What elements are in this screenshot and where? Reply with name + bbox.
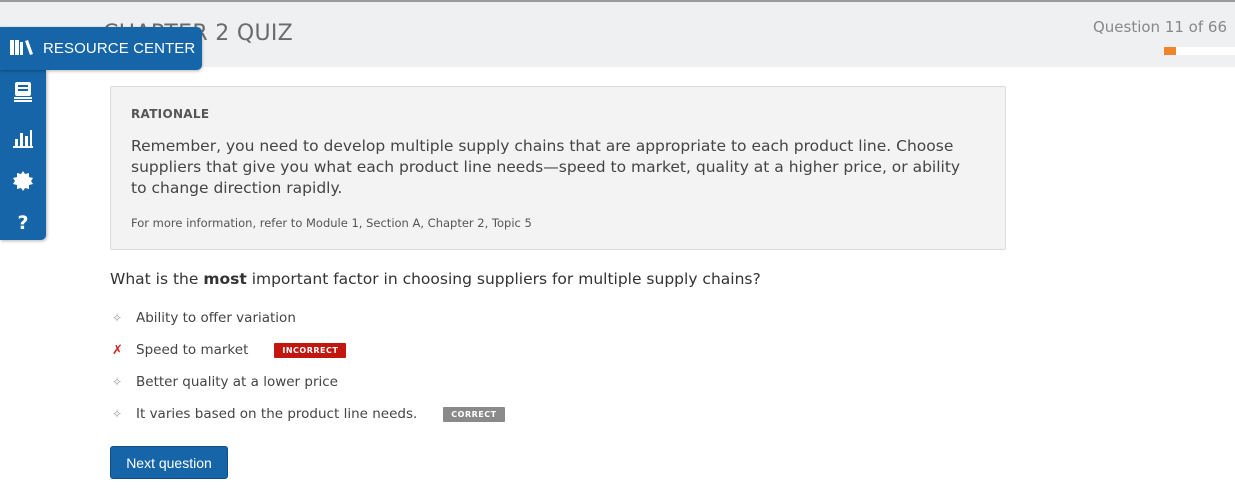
books-icon bbox=[9, 37, 35, 61]
document-stack-icon[interactable] bbox=[11, 80, 35, 104]
incorrect-mark-icon: ✗ bbox=[112, 342, 123, 358]
answer-marker-icon: ✧ bbox=[112, 311, 123, 325]
help-icon[interactable]: ? bbox=[11, 211, 35, 235]
question-counter: Question 11 of 66 bbox=[1092, 18, 1227, 36]
resource-center-label: RESOURCE CENTER bbox=[43, 40, 196, 57]
question-suffix: important factor in choosing suppliers f… bbox=[246, 270, 761, 288]
question-emphasis: most bbox=[203, 270, 247, 288]
bar-chart-icon[interactable] bbox=[11, 126, 35, 150]
next-question-button[interactable]: Next question bbox=[110, 446, 228, 479]
answer-text: Speed to market bbox=[136, 342, 249, 358]
answer-option: ✧ Better quality at a lower price bbox=[110, 372, 338, 392]
resource-sidebar: ? bbox=[0, 70, 46, 240]
correct-badge: CORRECT bbox=[443, 406, 505, 422]
answer-text: It varies based on the product line need… bbox=[136, 406, 418, 422]
rationale-panel: RATIONALE Remember, you need to develop … bbox=[110, 86, 1006, 250]
progress-bar bbox=[1164, 47, 1235, 55]
answer-text: Ability to offer variation bbox=[136, 310, 296, 326]
gear-icon[interactable] bbox=[11, 169, 35, 193]
answer-option: ✧ It varies based on the product line ne… bbox=[110, 404, 505, 424]
rationale-body: Remember, you need to develop multiple s… bbox=[131, 137, 961, 197]
resource-center-button[interactable]: RESOURCE CENTER bbox=[0, 27, 202, 70]
progress-fill bbox=[1164, 47, 1176, 55]
rationale-heading: RATIONALE bbox=[131, 107, 210, 121]
answer-option: ✗ Speed to market INCORRECT bbox=[110, 340, 347, 360]
question-text: What is the most important factor in cho… bbox=[110, 270, 761, 288]
question-prefix: What is the bbox=[110, 270, 204, 288]
answer-marker-icon: ✧ bbox=[112, 407, 123, 421]
answer-marker-icon: ✧ bbox=[112, 375, 123, 389]
rationale-reference: For more information, refer to Module 1,… bbox=[131, 216, 532, 230]
answer-option: ✧ Ability to offer variation bbox=[110, 308, 296, 328]
incorrect-badge: INCORRECT bbox=[274, 342, 347, 358]
answer-text: Better quality at a lower price bbox=[136, 374, 338, 390]
